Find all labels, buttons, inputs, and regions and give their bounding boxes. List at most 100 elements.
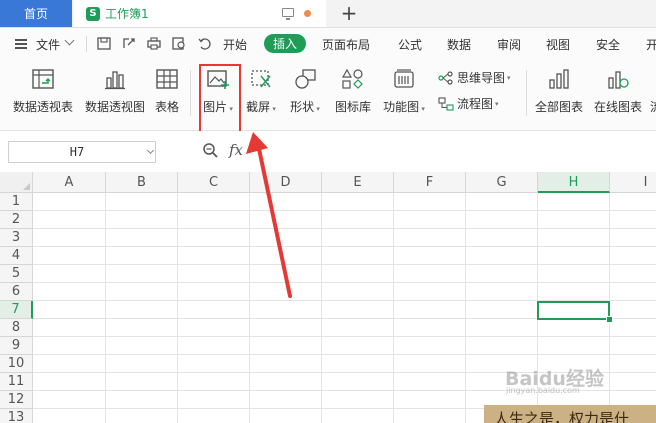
mindmap-button[interactable]: 思维导图 ▾: [438, 69, 511, 86]
table-icon: [156, 69, 178, 89]
formula-input[interactable]: [252, 141, 656, 163]
more-ribbon-button[interactable]: 流: [650, 60, 656, 120]
menu-bar: 文件 开始 插入 页面布局 公式 数据 审阅 视图 安全 开: [0, 28, 656, 60]
row-header-1[interactable]: 1: [0, 193, 33, 211]
mindmap-icon: [438, 70, 453, 85]
unsaved-dot-icon: [304, 10, 311, 17]
row-header-13[interactable]: 13: [0, 409, 33, 423]
grid-line: [33, 336, 656, 337]
column-header-i[interactable]: I: [610, 172, 656, 193]
menu-item-formula[interactable]: 公式: [398, 36, 422, 53]
print-preview-icon[interactable]: [172, 37, 186, 50]
mindmap-label: 思维导图: [457, 71, 506, 85]
column-header-a[interactable]: A: [33, 172, 106, 193]
document-tab-label: 工作簿1: [105, 7, 149, 21]
row-header-7[interactable]: 7: [0, 301, 33, 319]
menu-item-start[interactable]: 开始: [223, 36, 247, 53]
new-tab-button[interactable]: +: [338, 2, 360, 24]
chevron-down-icon[interactable]: [146, 146, 155, 155]
menu-item-page-layout[interactable]: 页面布局: [322, 36, 370, 53]
table-button[interactable]: 表格: [150, 60, 184, 120]
row-header-2[interactable]: 2: [0, 211, 33, 229]
menu-item-insert-label: 插入: [272, 37, 297, 51]
grid-line: [393, 193, 394, 423]
file-menu[interactable]: 文件: [36, 36, 60, 53]
row-header-6[interactable]: 6: [0, 283, 33, 301]
all-charts-label: 全部图表: [534, 100, 583, 114]
all-charts-icon: [549, 69, 569, 89]
row-header-5[interactable]: 5: [0, 265, 33, 283]
column-header-h[interactable]: H: [538, 172, 610, 193]
grid-line: [33, 282, 656, 283]
annotation-arrow-icon: [246, 132, 292, 298]
icon-library-button[interactable]: 图标库: [332, 60, 374, 120]
row-header-3[interactable]: 3: [0, 229, 33, 247]
row-header-11[interactable]: 11: [0, 373, 33, 391]
grid-line: [33, 264, 656, 265]
save-icon[interactable]: [97, 37, 111, 50]
ribbon-separator: [190, 70, 191, 116]
icon-library-label: 图标库: [334, 100, 371, 114]
column-header-b[interactable]: B: [106, 172, 178, 193]
function-chart-label: 功能图 ▾: [383, 100, 425, 114]
pivot-chart-icon: [105, 71, 125, 90]
flowchart-button[interactable]: 流程图 ▾: [438, 95, 499, 112]
more-ribbon-label: 流: [650, 98, 656, 115]
shapes-button[interactable]: 形状 ▾: [286, 60, 324, 120]
column-header-e[interactable]: E: [322, 172, 394, 193]
ribbon-separator: [526, 70, 527, 116]
row-header-12[interactable]: 12: [0, 391, 33, 409]
grid-line: [105, 193, 106, 423]
menu-item-data[interactable]: 数据: [447, 36, 471, 53]
row-header-4[interactable]: 4: [0, 247, 33, 265]
row-header-10[interactable]: 10: [0, 355, 33, 373]
export-icon[interactable]: [122, 37, 136, 50]
chevron-down-icon: ▾: [507, 73, 511, 82]
grid-line: [465, 193, 466, 423]
document-tab[interactable]: S 工作簿1: [74, 0, 326, 27]
menu-item-insert[interactable]: 插入: [264, 34, 306, 53]
grid-line: [321, 193, 322, 423]
watermark-url: jingyan.baidu.com: [506, 386, 580, 395]
home-tab[interactable]: 首页: [0, 0, 72, 27]
all-charts-button[interactable]: 全部图表: [532, 60, 586, 120]
menu-item-review[interactable]: 审阅: [497, 36, 521, 53]
menu-separator: [86, 36, 87, 52]
flowchart-icon: [438, 96, 454, 111]
title-bar: 首页 S 工作簿1 +: [0, 0, 656, 28]
grid-line: [33, 228, 656, 229]
selected-cell-h7[interactable]: [537, 301, 610, 320]
menu-item-security[interactable]: 安全: [596, 36, 620, 53]
pivot-table-button[interactable]: 数据透视表: [10, 60, 76, 120]
pivot-table-icon: [32, 69, 54, 89]
overlay-banner: 人生之是，权力是什: [484, 405, 656, 423]
monitor-icon[interactable]: [282, 8, 294, 20]
pivot-chart-button[interactable]: 数据透视图: [82, 60, 148, 120]
print-icon[interactable]: [147, 37, 161, 50]
menu-item-view[interactable]: 视图: [546, 36, 570, 53]
name-box[interactable]: H7: [8, 141, 156, 163]
column-header-g[interactable]: G: [466, 172, 538, 193]
screenshot-button[interactable]: 截屏 ▾: [242, 60, 280, 120]
online-chart-button[interactable]: 在线图表: [592, 60, 644, 120]
row-header-8[interactable]: 8: [0, 319, 33, 337]
zoom-icon[interactable]: [202, 142, 218, 158]
undo-icon[interactable]: [198, 37, 212, 50]
pivot-table-label: 数据透视表: [12, 100, 73, 114]
shapes-icon: [295, 69, 316, 89]
grid-line: [33, 210, 656, 211]
function-chart-icon: [394, 69, 414, 88]
column-header-f[interactable]: F: [394, 172, 466, 193]
grid-line: [33, 354, 656, 355]
chevron-down-icon[interactable]: [64, 35, 75, 46]
grid-line: [177, 193, 178, 423]
function-chart-button[interactable]: 功能图 ▾: [380, 60, 428, 120]
shapes-label: 形状 ▾: [290, 100, 320, 114]
hamburger-icon[interactable]: [15, 39, 27, 49]
overlay-banner-text: 人生之是，权力是什: [494, 410, 630, 423]
select-all-corner[interactable]: [0, 172, 33, 193]
menu-item-more[interactable]: 开: [646, 36, 656, 53]
row-header-9[interactable]: 9: [0, 337, 33, 355]
fill-handle[interactable]: [606, 316, 613, 323]
icon-library-icon: [341, 68, 363, 89]
